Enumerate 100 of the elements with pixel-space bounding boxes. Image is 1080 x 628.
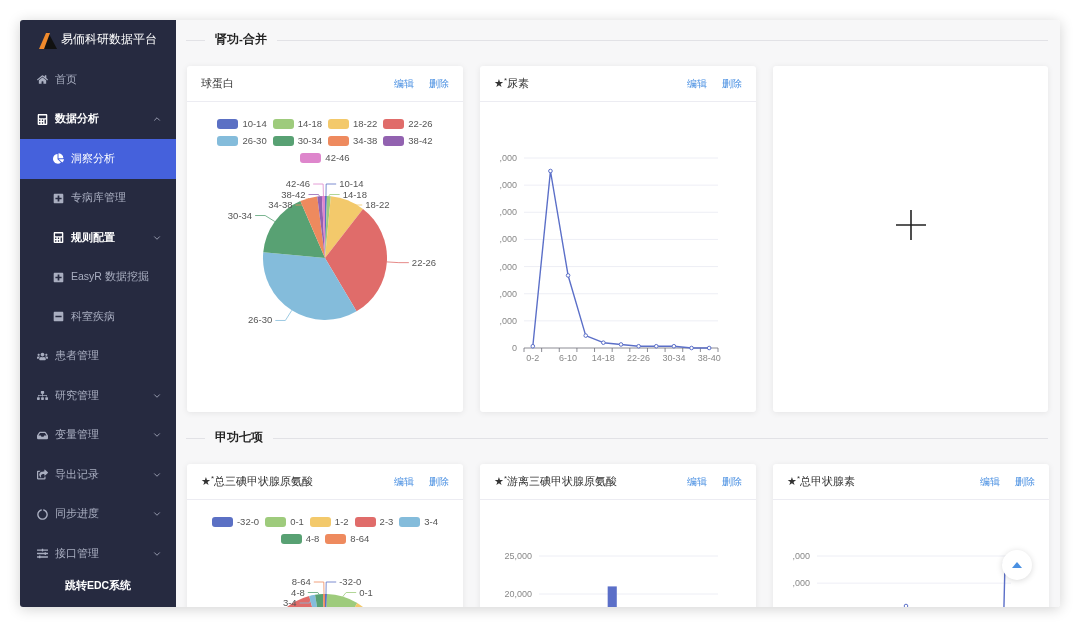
slice-label: 30-34 [227,209,253,221]
legend-label: 34-38 [353,133,378,148]
menu-item[interactable]: 专病库管理 [20,178,176,218]
legend-label: 2-3 [379,514,394,529]
axis-label: ,000 [499,288,517,299]
menu-item[interactable]: 患者管理 [20,336,176,376]
slice-label: 18-22 [365,199,390,210]
axis-label: ,000 [499,261,517,272]
axis-label: ,000 [792,578,810,589]
data-point [601,340,606,345]
leader-line [325,581,337,595]
card-title: ★$^{*}$尿素 [494,75,531,91]
home-icon [37,74,48,86]
menu-item[interactable]: EasyR 数据挖掘 [20,257,176,297]
card-title: ★$^{*}$总三碘甲状腺原氨酸 [201,473,315,489]
axis-label: 20,000 [504,589,532,599]
leader-line [342,592,357,597]
menu-item[interactable]: 规则配置 [20,218,176,258]
edc-link[interactable]: 跳转EDC系统 [64,578,132,594]
data-point [530,343,536,349]
slice-label: 38-42 [281,188,306,200]
slice-label: 0-1 [359,586,373,598]
app-title: 易侕科研数据平台 [61,32,157,48]
slice-label: 34-38 [268,199,293,210]
legend-label: 18-22 [353,116,378,131]
axis-label: 30-34 [662,353,686,363]
legend-label: 42-46 [325,150,350,165]
org-chart-icon [37,390,48,402]
card-title: ★$^{*}$游离三碘甲状腺原氨酸 [494,473,619,489]
legend-label: 10-14 [242,116,267,131]
axis-label: 0 [512,343,517,353]
menu-item[interactable]: 接口管理 [20,534,176,574]
section-title: 肾功-合并 [214,31,268,48]
section-title: 甲功七项 [214,430,264,446]
slice-label: 10-14 [339,178,364,189]
menu-item[interactable]: 研究管理 [20,376,176,416]
axis-label: 6-10 [559,353,578,363]
leader-line [347,199,363,206]
menu-item[interactable]: 同步进度 [20,494,176,534]
action-link[interactable]: 编辑 [394,76,414,91]
menu-item[interactable]: 首页 [20,60,176,100]
action-link[interactable]: 编辑 [980,474,1000,489]
axis-label: ,000 [499,180,517,191]
data-point [706,345,712,351]
menu-item[interactable]: 洞察分析 [20,139,176,179]
sliders-icon [37,548,48,560]
inbox-icon [37,429,48,441]
axis-label: 22-26 [627,353,651,363]
legend-label: 1-2 [334,514,349,529]
axis-label: ,000 [499,153,517,163]
card-title: ★$^{*}$总甲状腺素 [787,473,857,489]
menu-item[interactable]: 导出记录 [20,455,176,495]
axis-label: 14-18 [591,353,615,363]
action-link[interactable]: 删除 [429,474,449,489]
axis-label: 25,000 [504,551,532,561]
data-point [653,343,659,349]
data-point [565,273,571,278]
calculator-icon [53,232,64,244]
legend-label: 4-8 [305,531,320,546]
data-point [689,345,694,351]
card-title: 球蛋白 [201,75,235,91]
leader-line [254,215,276,222]
action-link[interactable]: 编辑 [687,474,707,489]
axis-label: 38-40 [697,353,721,363]
legend-label: 8-64 [350,531,370,546]
action-link[interactable]: 编辑 [394,474,414,489]
slice-label: 22-26 [411,256,437,268]
data-point [618,342,624,347]
legend-label: 22-26 [408,116,433,131]
axis-label: ,000 [499,234,517,245]
pie-chart-icon [53,153,64,165]
axis-label: ,000 [792,551,810,561]
legend-label: 0-1 [290,514,304,529]
action-link[interactable]: 删除 [429,76,449,91]
leader-line [274,309,293,321]
action-link[interactable]: 删除 [722,474,742,489]
calculator-icon [37,113,48,125]
action-link[interactable]: 删除 [722,76,742,91]
menu-item[interactable]: 变量管理 [20,415,176,455]
slice-label: -32-0 [339,576,362,587]
action-link[interactable]: 删除 [1015,474,1035,489]
legend-label: 3-4 [424,514,439,529]
data-point [636,343,641,349]
leader-line [386,261,410,264]
slice-label: 14-18 [342,188,367,200]
ring-icon [37,508,48,520]
axis-label: ,000 [499,315,517,326]
slice-label: 26-30 [248,314,273,326]
axis-label: 0-2 [526,353,540,363]
plus-icon [895,210,926,240]
legend-label: 30-34 [297,133,322,148]
action-link[interactable]: 编辑 [687,76,707,91]
menu-item[interactable]: 数据分析 [20,99,176,139]
legend-label: -32-0 [236,514,260,529]
share-icon [37,469,48,481]
legend-label: 26-30 [242,133,267,148]
slice-label: 3-4 [282,597,297,607]
slice-label: 42-46 [285,178,311,189]
legend-label: 14-18 [297,116,322,131]
menu-item[interactable]: 科室疾病 [20,297,176,337]
